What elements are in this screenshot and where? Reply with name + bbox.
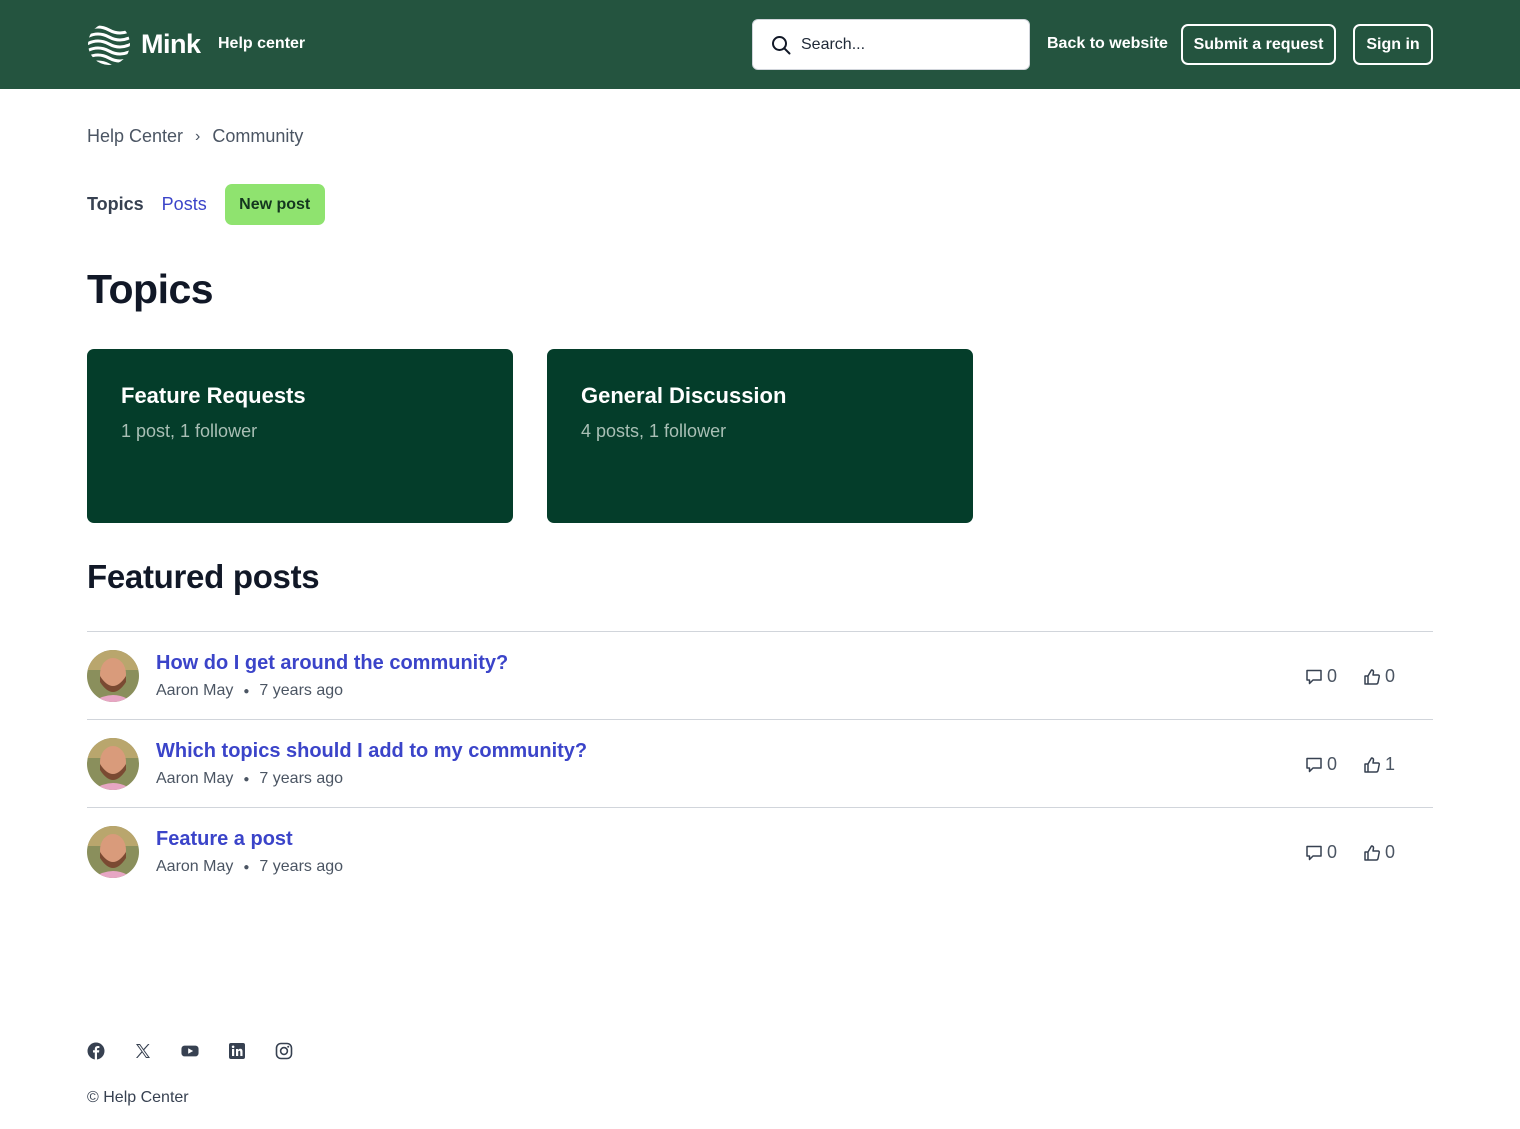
back-to-website-link[interactable]: Back to website [1047, 35, 1168, 53]
community-subnav: Topics Posts New post [87, 184, 325, 225]
post-meta: Aaron May ● 7 years ago [156, 770, 343, 788]
meta-separator: ● [243, 685, 250, 697]
vote-count: 1 [1363, 754, 1395, 775]
linkedin-icon[interactable] [228, 1042, 246, 1060]
x-icon[interactable] [134, 1042, 152, 1060]
post-author: Aaron May [156, 770, 234, 787]
comment-count: 0 [1305, 754, 1337, 775]
thumbs-up-icon [1364, 756, 1380, 773]
thumbs-up-icon [1364, 668, 1380, 685]
brand-name: Mink [141, 28, 201, 59]
site-header: Mink Help center Search... Back to websi… [0, 0, 1520, 89]
facebook-icon[interactable] [87, 1042, 105, 1060]
brand-logo[interactable]: Mink [87, 22, 201, 66]
mink-wave-icon [88, 25, 130, 65]
post-author: Aaron May [156, 858, 234, 875]
submit-request-button[interactable]: Submit a request [1181, 24, 1336, 65]
list-item: How do I get around the community? Aaron… [87, 631, 1433, 719]
featured-posts-list: How do I get around the community? Aaron… [87, 631, 1433, 895]
search-icon [772, 35, 791, 54]
post-stats: 0 1 [1305, 754, 1395, 775]
post-meta: Aaron May ● 7 years ago [156, 858, 343, 876]
copyright-text: © Help Center [87, 1089, 189, 1106]
comment-icon [1306, 669, 1322, 684]
sign-in-button[interactable]: Sign in [1353, 24, 1433, 65]
post-time: 7 years ago [259, 770, 344, 787]
topic-card-feature-requests[interactable]: Feature Requests 1 post, 1 follower [87, 349, 513, 523]
comment-count: 0 [1305, 666, 1337, 687]
post-meta: Aaron May ● 7 years ago [156, 682, 343, 700]
list-item: Which topics should I add to my communit… [87, 719, 1433, 807]
thumbs-up-icon [1364, 844, 1380, 861]
breadcrumb-help-center[interactable]: Help Center [87, 126, 183, 147]
new-post-button[interactable]: New post [224, 184, 325, 225]
avatar[interactable] [87, 650, 139, 702]
search-placeholder: Search... [801, 35, 866, 53]
social-links [87, 1042, 322, 1060]
search-input[interactable]: Search... [752, 19, 1030, 70]
comment-icon [1306, 757, 1322, 772]
topic-meta: 4 posts, 1 follower [581, 421, 727, 441]
breadcrumb: Help Center › Community [87, 126, 303, 147]
help-center-link[interactable]: Help center [218, 35, 305, 53]
post-title-link[interactable]: Which topics should I add to my communit… [156, 740, 587, 763]
meta-separator: ● [243, 861, 250, 873]
instagram-icon[interactable] [275, 1042, 293, 1060]
youtube-icon[interactable] [181, 1042, 199, 1060]
topic-title: Feature Requests [121, 383, 306, 408]
topic-card-general-discussion[interactable]: General Discussion 4 posts, 1 follower [547, 349, 973, 523]
breadcrumb-separator: › [195, 127, 201, 145]
topic-meta: 1 post, 1 follower [121, 421, 258, 441]
topic-title: General Discussion [581, 383, 787, 408]
post-title-link[interactable]: Feature a post [156, 828, 293, 851]
featured-posts-heading: Featured posts [87, 558, 320, 595]
tab-posts[interactable]: Posts [162, 194, 207, 215]
post-time: 7 years ago [259, 682, 344, 699]
page-title: Topics [87, 266, 214, 312]
post-title-link[interactable]: How do I get around the community? [156, 652, 508, 675]
vote-count: 0 [1363, 666, 1395, 687]
post-time: 7 years ago [259, 858, 344, 875]
avatar[interactable] [87, 826, 139, 878]
comment-count: 0 [1305, 842, 1337, 863]
post-author: Aaron May [156, 682, 234, 699]
list-item: Feature a post Aaron May ● 7 years ago 0… [87, 807, 1433, 895]
vote-count: 0 [1363, 842, 1395, 863]
post-stats: 0 0 [1305, 666, 1395, 687]
meta-separator: ● [243, 773, 250, 785]
avatar[interactable] [87, 738, 139, 790]
tab-topics[interactable]: Topics [87, 194, 144, 215]
breadcrumb-community[interactable]: Community [212, 126, 303, 147]
comment-icon [1306, 845, 1322, 860]
post-stats: 0 0 [1305, 842, 1395, 863]
